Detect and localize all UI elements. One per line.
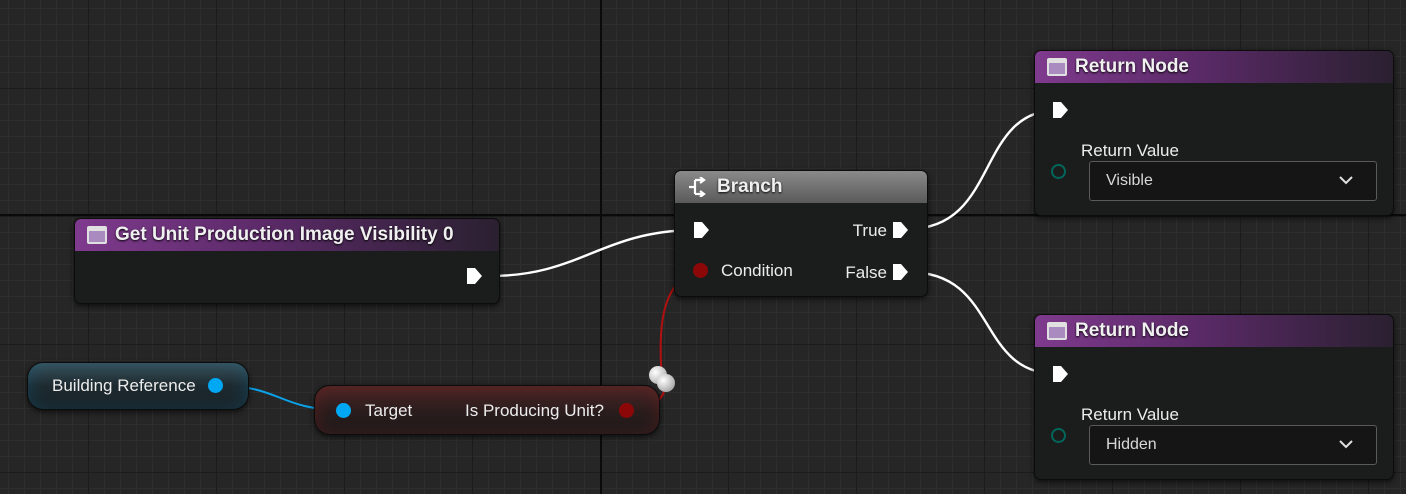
branch-icon [689, 177, 706, 197]
return-node-hidden-header[interactable]: Return Node [1035, 315, 1393, 347]
exec-wire-entry-to-branch[interactable] [489, 228, 693, 278]
exec-output-pin[interactable] [465, 267, 483, 285]
return-hidden-selected-value: Hidden [1106, 436, 1157, 453]
return-hidden-exec-pin[interactable] [1051, 365, 1069, 383]
branch-node[interactable]: Branch True Condition False [674, 170, 928, 297]
target-input-pin[interactable] [336, 403, 351, 418]
chevron-down-icon [1339, 176, 1353, 185]
chevron-down-icon [1339, 440, 1353, 449]
return-visible-selected-value: Visible [1106, 172, 1153, 189]
return-hidden-enum-pin[interactable] [1051, 428, 1066, 443]
return-node-visible-header[interactable]: Return Node [1035, 51, 1393, 83]
return-node-visible-title: Return Node [1075, 56, 1189, 77]
is-producing-unit-label: Is Producing Unit? [465, 401, 604, 420]
building-reference-output-pin[interactable] [208, 378, 223, 393]
building-reference-label: Building Reference [52, 376, 196, 395]
return-visible-value-label: Return Value [1081, 141, 1179, 160]
target-label: Target [365, 401, 413, 420]
is-producing-unit-output-pin[interactable] [619, 403, 634, 418]
return-node-visible[interactable]: Return Node Return Value Visible [1034, 50, 1394, 216]
building-reference-node[interactable]: Building Reference [27, 362, 249, 410]
return-visible-dropdown[interactable]: Visible [1089, 161, 1377, 201]
function-entry-header[interactable]: Get Unit Production Image Visibility 0 [75, 219, 499, 251]
function-entry-title: Get Unit Production Image Visibility 0 [115, 224, 454, 245]
function-entry-node[interactable]: Get Unit Production Image Visibility 0 [74, 218, 500, 304]
is-producing-unit-node[interactable]: Target Is Producing Unit? [314, 385, 660, 435]
branch-true-pin[interactable] [891, 221, 909, 239]
function-icon [1047, 58, 1067, 76]
return-visible-enum-pin[interactable] [1051, 164, 1066, 179]
return-node-hidden-title: Return Node [1075, 320, 1189, 341]
condition-label: Condition [721, 261, 793, 280]
condition-pin[interactable] [693, 263, 708, 278]
branch-exec-input-pin[interactable] [692, 221, 710, 239]
branch-false-pin[interactable] [891, 263, 909, 281]
branch-title: Branch [717, 176, 783, 197]
return-node-hidden[interactable]: Return Node Return Value Hidden [1034, 314, 1394, 480]
branch-false-label: False [845, 263, 887, 282]
branch-true-label: True [852, 221, 887, 240]
return-visible-exec-pin[interactable] [1051, 101, 1069, 119]
function-icon [87, 226, 107, 244]
function-icon [1047, 322, 1067, 340]
return-hidden-value-label: Return Value [1081, 405, 1179, 424]
return-hidden-dropdown[interactable]: Hidden [1089, 425, 1377, 465]
branch-header[interactable]: Branch [675, 171, 927, 203]
